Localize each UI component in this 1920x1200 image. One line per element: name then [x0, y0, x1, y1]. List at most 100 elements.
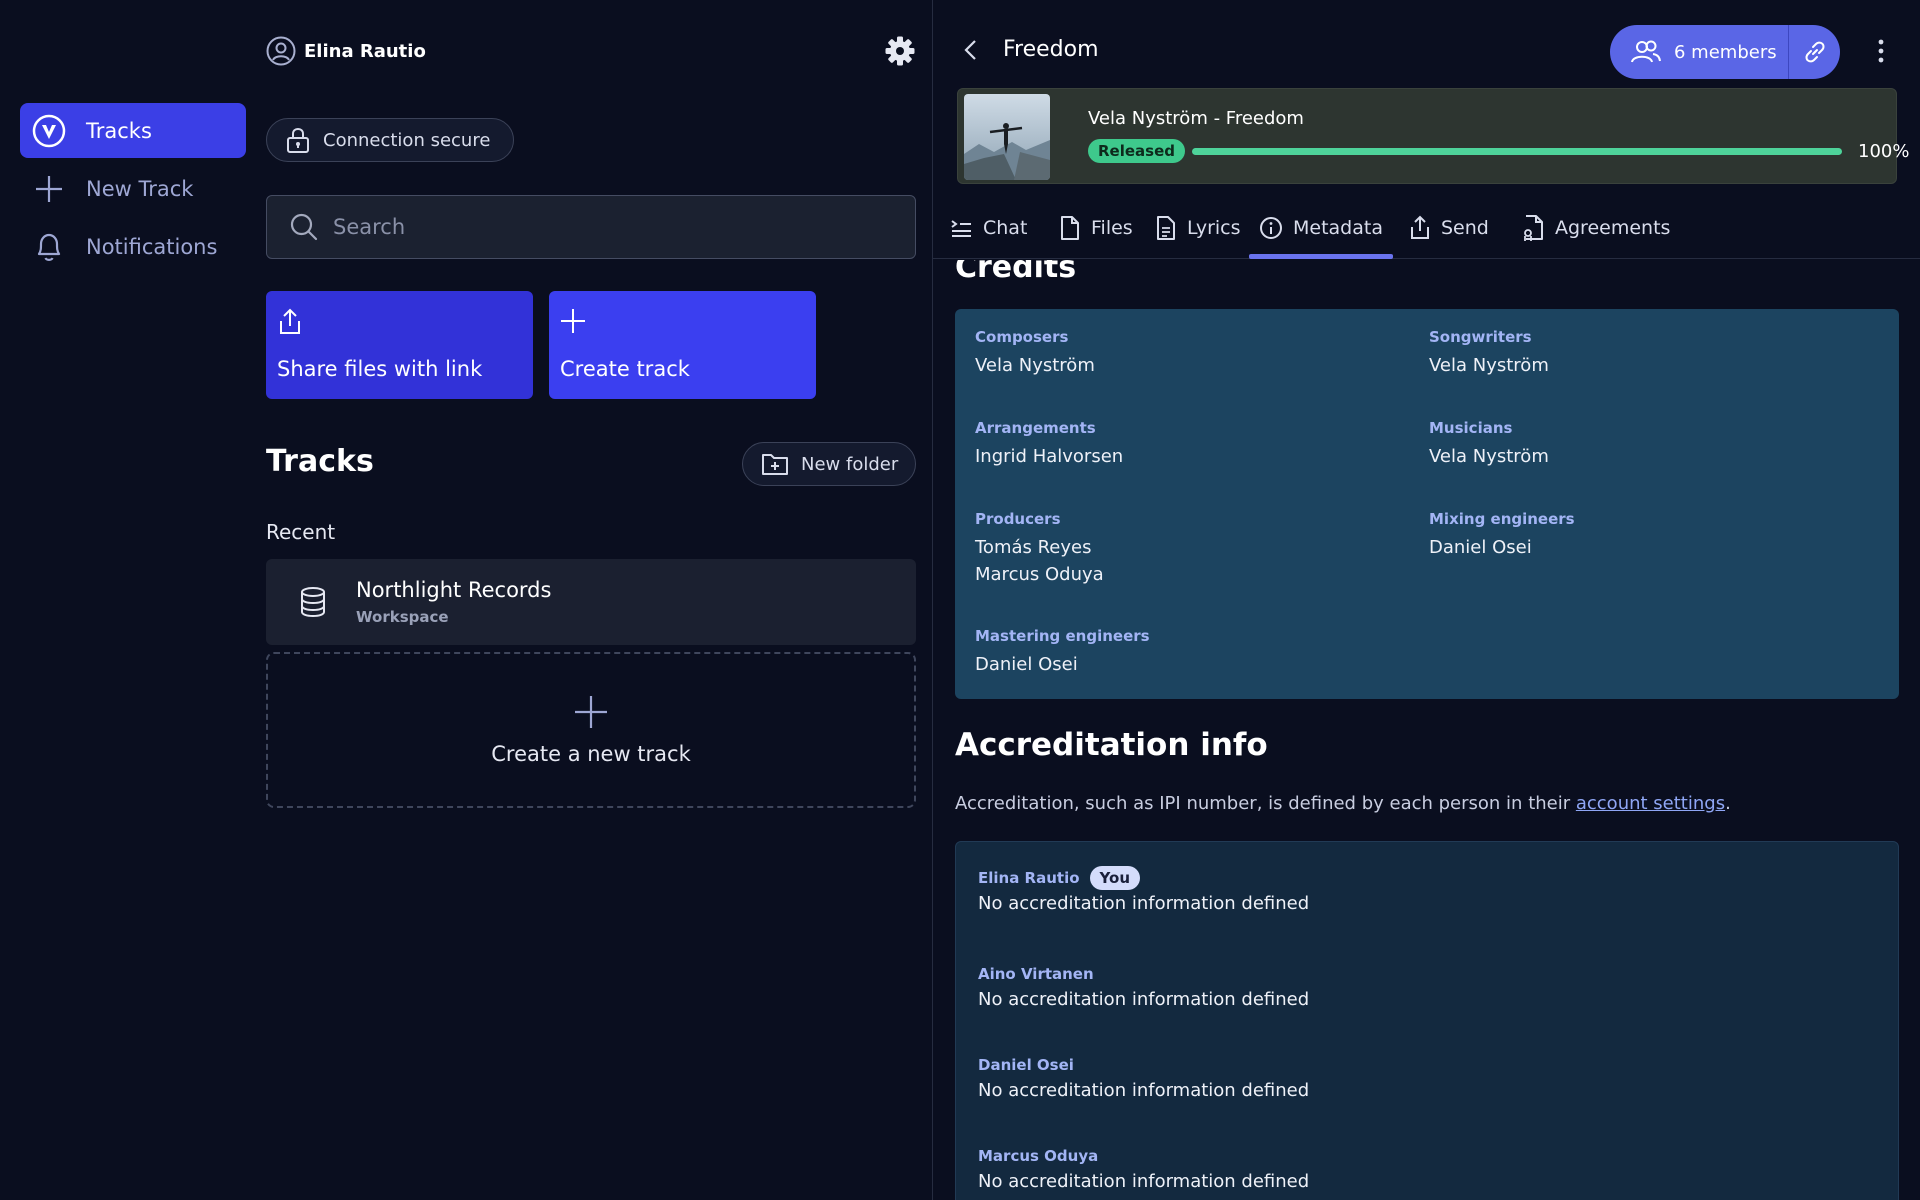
accreditation-person: Elina Rautio You No accreditation informa…	[978, 863, 1309, 914]
person-accreditation: No accreditation information defined	[978, 893, 1310, 914]
track-full-name: Vela Nyström - Freedom	[1088, 108, 1304, 129]
link-icon	[1802, 39, 1828, 65]
accreditation-desc-end: .	[1725, 793, 1731, 814]
tab-lyrics[interactable]: Lyrics	[1145, 198, 1251, 258]
credit-value: Daniel Osei	[1429, 537, 1532, 558]
tab-send[interactable]: Send	[1399, 198, 1499, 258]
connection-status[interactable]: Connection secure	[266, 118, 514, 162]
plus-icon	[32, 172, 66, 206]
users-icon	[1630, 39, 1662, 65]
copy-link-button[interactable]	[1789, 25, 1840, 79]
metadata-content: Credits Composers Vela Nyström Songwrite…	[933, 260, 1920, 1200]
track-artwork	[964, 94, 1050, 180]
plus-icon	[573, 694, 609, 730]
release-progress-fill	[1192, 148, 1842, 155]
person-name: Daniel Osei	[978, 1056, 1074, 1074]
create-new-track-label: Create a new track	[491, 742, 691, 766]
tab-agreements[interactable]: Agreements	[1511, 198, 1680, 258]
user-avatar-icon[interactable]	[266, 36, 296, 66]
bell-icon	[32, 230, 66, 264]
accreditation-card: Elina Rautio You No accreditation informa…	[955, 841, 1899, 1200]
connection-label: Connection secure	[323, 129, 491, 151]
lock-icon	[285, 126, 311, 154]
upload-icon	[1409, 215, 1431, 241]
tab-metadata[interactable]: Metadata	[1249, 198, 1393, 259]
file-icon	[1059, 215, 1081, 241]
credit-value: Daniel Osei	[975, 654, 1078, 675]
status-badge: Released	[1088, 139, 1185, 163]
person-name: Elina Rautio	[978, 869, 1080, 887]
credit-musicians: Musicians Vela Nyström	[1429, 419, 1549, 470]
tab-chat[interactable]: Chat	[939, 198, 1037, 258]
chat-lines-icon	[949, 217, 973, 239]
user-name: Elina Rautio	[304, 40, 426, 62]
nav-item-label: Tracks	[86, 118, 152, 143]
nav-item-new-track[interactable]: New Track	[20, 161, 246, 216]
tab-label: Metadata	[1293, 217, 1383, 239]
database-icon	[298, 586, 328, 618]
credit-label: Arrangements	[975, 419, 1096, 437]
tab-label: Chat	[983, 217, 1028, 239]
workspace-item[interactable]: Northlight Records Workspace	[266, 559, 916, 645]
credit-value: Tomás Reyes	[975, 537, 1092, 558]
credit-label: Musicians	[1429, 419, 1513, 437]
release-progress-bar	[1192, 148, 1842, 155]
person-accreditation: No accreditation information defined	[978, 1171, 1310, 1192]
share-files-button[interactable]: Share files with link	[266, 291, 533, 399]
credit-label: Composers	[975, 328, 1069, 346]
credit-label: Mixing engineers	[1429, 510, 1575, 528]
nav-item-label: Notifications	[86, 234, 218, 259]
person-accreditation: No accreditation information defined	[978, 1080, 1310, 1101]
credit-value: Marcus Oduya	[975, 564, 1104, 585]
accreditation-heading: Accreditation info	[955, 727, 1268, 763]
credit-composers: Composers Vela Nyström	[975, 328, 1095, 379]
new-folder-button[interactable]: New folder	[742, 442, 916, 486]
members-button[interactable]: 6 members	[1610, 25, 1788, 79]
workspace-name: Northlight Records	[356, 578, 552, 602]
upload-icon	[276, 307, 523, 337]
recent-heading: Recent	[266, 520, 336, 544]
tab-files[interactable]: Files	[1049, 198, 1143, 258]
more-vertical-icon[interactable]	[1877, 38, 1885, 64]
tab-label: Files	[1091, 217, 1133, 239]
chevron-left-icon[interactable]	[961, 38, 981, 62]
credit-mixing-engineers: Mixing engineers Daniel Osei	[1429, 510, 1575, 561]
tab-label: Agreements	[1555, 217, 1671, 239]
accreditation-person: Daniel Osei No accreditation information…	[978, 1050, 1309, 1101]
create-new-track-button[interactable]: Create a new track	[266, 652, 916, 808]
members-control: 6 members	[1610, 25, 1840, 79]
search-input[interactable]	[333, 215, 893, 239]
nav-item-tracks[interactable]: Tracks	[20, 103, 246, 158]
tracks-column: Elina Rautio Connection secure Share fil…	[266, 0, 916, 1200]
search-box	[266, 195, 916, 259]
credit-mastering-engineers: Mastering engineers Daniel Osei	[975, 627, 1150, 678]
gear-icon[interactable]	[884, 35, 916, 67]
credit-label: Songwriters	[1429, 328, 1532, 346]
account-settings-link[interactable]: account settings	[1576, 793, 1725, 814]
credit-arrangements: Arrangements Ingrid Halvorsen	[975, 419, 1123, 470]
credit-value: Vela Nyström	[1429, 355, 1549, 376]
nav-item-label: New Track	[86, 176, 194, 201]
accreditation-desc-text: Accreditation, such as IPI number, is de…	[955, 793, 1576, 814]
tab-label: Send	[1441, 217, 1489, 239]
info-icon	[1259, 216, 1283, 240]
folder-plus-icon	[761, 451, 789, 477]
search-icon	[289, 212, 319, 242]
logo-v-icon	[32, 114, 66, 148]
track-detail-panel: Freedom 6 members Vela Nyström - Freedom…	[933, 0, 1920, 1200]
credit-songwriters: Songwriters Vela Nyström	[1429, 328, 1549, 379]
nav-item-notifications[interactable]: Notifications	[20, 219, 246, 274]
create-track-button[interactable]: Create track	[549, 291, 816, 399]
track-header: Freedom 6 members	[933, 25, 1920, 79]
members-label: 6 members	[1674, 41, 1777, 63]
track-summary-card[interactable]: Vela Nyström - Freedom Released 100%	[957, 88, 1909, 184]
track-title: Freedom	[1003, 37, 1099, 62]
agreement-icon	[1521, 214, 1545, 242]
credit-label: Producers	[975, 510, 1061, 528]
main-nav: Tracks New Track Notifications	[20, 103, 246, 277]
track-tabs: Chat Files Lyrics Metadata Send Agreemen…	[933, 198, 1920, 259]
accreditation-person: Marcus Oduya No accreditation informatio…	[978, 1141, 1309, 1192]
accreditation-description: Accreditation, such as IPI number, is de…	[955, 793, 1731, 814]
new-folder-label: New folder	[801, 453, 899, 475]
credit-label: Mastering engineers	[975, 627, 1150, 645]
